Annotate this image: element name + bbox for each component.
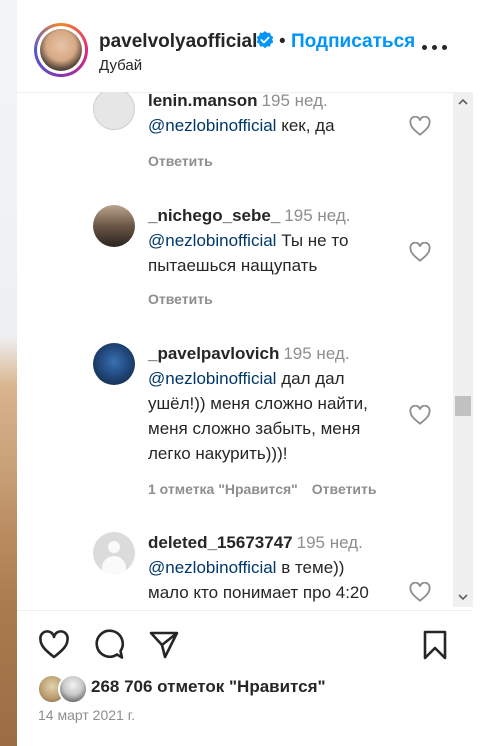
comment-likes-count[interactable]: 1 отметка "Нравится": [148, 481, 298, 497]
comments-scrollbar[interactable]: [453, 92, 473, 607]
reply-button[interactable]: Ответить: [312, 481, 377, 497]
likes-summary: 268 706 отметок "Нравится": [17, 674, 473, 704]
heart-icon[interactable]: [38, 629, 70, 661]
post-location[interactable]: Дубай: [99, 57, 142, 74]
bookmark-icon[interactable]: [419, 629, 451, 661]
comment-actions: Ответить: [148, 153, 213, 169]
comment-text: @nezlobinofficial Ты не то пытаешься нащ…: [148, 231, 349, 275]
follow-button[interactable]: Подписаться: [291, 31, 415, 53]
comment-time: 195 нед.: [283, 344, 350, 363]
comment-text: @nezlobinofficial дал дал ушёл!)) меня с…: [148, 369, 368, 463]
comment-time: 195 нед.: [296, 533, 363, 552]
post-actions-bar: [17, 610, 473, 679]
commenter-avatar[interactable]: [93, 205, 135, 247]
comment-time: 195 нед.: [261, 92, 328, 110]
reply-button[interactable]: Ответить: [148, 153, 213, 169]
scroll-down-arrow-icon[interactable]: [457, 591, 469, 603]
background-image-strip: [0, 0, 17, 746]
reply-button[interactable]: Ответить: [148, 291, 213, 307]
post-panel: pavelvolyaofficial • Подписаться Дубай l…: [17, 0, 473, 746]
post-date[interactable]: 14 март 2021 г.: [38, 707, 135, 723]
post-header: pavelvolyaofficial • Подписаться Дубай: [17, 0, 473, 93]
commenter-avatar[interactable]: [93, 92, 135, 130]
comment-icon[interactable]: [93, 629, 125, 661]
more-options-icon[interactable]: [422, 42, 448, 52]
commenter-avatar[interactable]: [93, 343, 135, 385]
commenter-avatar[interactable]: [93, 532, 135, 574]
comment-actions: Ответить: [148, 291, 213, 307]
share-icon[interactable]: [148, 629, 180, 661]
comment-like-heart-icon[interactable]: [409, 582, 431, 602]
comment-username[interactable]: _nichego_sebe_: [148, 206, 280, 225]
comment-mention[interactable]: @nezlobinofficial: [148, 231, 276, 250]
comment-mention[interactable]: @nezlobinofficial: [148, 558, 276, 577]
scroll-up-arrow-icon[interactable]: [457, 96, 469, 108]
header-separator: •: [279, 31, 286, 52]
comment-text: @nezlobinofficial кек, да: [148, 116, 335, 135]
verified-badge-icon: [256, 31, 274, 49]
comments-list[interactable]: lenin.manson 195 нед. @nezlobinofficial к…: [17, 92, 453, 607]
comment-actions: 1 отметка "Нравится" Ответить: [148, 481, 377, 497]
post-author-username[interactable]: pavelvolyaofficial: [99, 31, 257, 53]
likes-count[interactable]: 268 706 отметок "Нравится": [91, 677, 326, 697]
comment-username[interactable]: deleted_15673747: [148, 533, 293, 552]
comment-mention[interactable]: @nezlobinofficial: [148, 369, 276, 388]
profile-avatar[interactable]: [34, 23, 88, 77]
comment-like-heart-icon[interactable]: [409, 242, 431, 262]
scrollbar-thumb[interactable]: [455, 396, 471, 416]
comment-like-heart-icon[interactable]: [409, 116, 431, 136]
comment-text: @nezlobinofficial в теме)) мало кто пони…: [148, 558, 369, 602]
comment-like-heart-icon[interactable]: [409, 405, 431, 425]
comment-mention[interactable]: @nezlobinofficial: [148, 116, 276, 135]
comment-time: 195 нед.: [284, 206, 351, 225]
comment-username[interactable]: _pavelpavlovich: [148, 344, 279, 363]
comment-username[interactable]: lenin.manson: [148, 92, 258, 110]
avatar-photo: [40, 29, 82, 71]
liker-avatar[interactable]: [58, 674, 88, 704]
